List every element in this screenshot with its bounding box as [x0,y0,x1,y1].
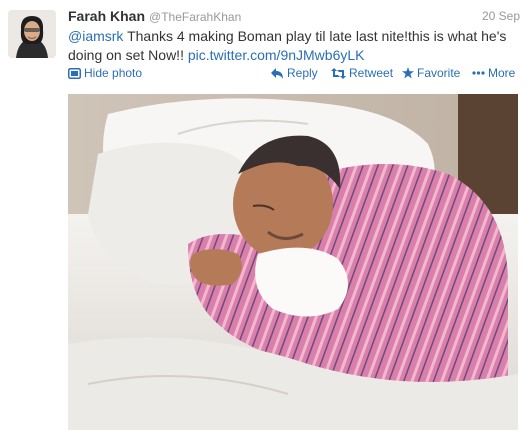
avatar-image [8,10,56,58]
tweet-date[interactable]: 20 Sep [482,9,520,23]
author-name[interactable]: Farah Khan [68,8,145,24]
retweet-button[interactable]: Retweet [331,66,393,80]
tweet-photo[interactable] [68,94,518,430]
hide-photo-button[interactable]: Hide photo [68,66,142,80]
star-icon [402,67,414,79]
reply-icon [271,67,284,79]
mention-link[interactable]: @iamsrk [68,28,123,44]
more-dots-icon [472,71,485,75]
tweet-actions: Hide photo Reply Retweet Favorite More [68,66,520,82]
more-button[interactable]: More [472,66,515,80]
retweet-icon [331,67,346,79]
more-label: More [488,66,516,80]
reply-button[interactable]: Reply [271,66,318,80]
hide-photo-label: Hide photo [84,66,143,80]
avatar[interactable] [8,10,56,58]
reply-label: Reply [287,66,318,80]
favorite-button[interactable]: Favorite [402,66,460,80]
sleeping-man-photo [68,94,518,430]
photo-icon [68,67,81,79]
photo-link[interactable]: pic.twitter.com/9nJMwb6yLK [188,47,365,63]
tweet-text: @iamsrk Thanks 4 making Boman play til l… [68,27,513,65]
tweet-header: Farah Khan @TheFarahKhan 20 Sep [68,8,520,28]
retweet-label: Retweet [349,66,394,80]
author-handle[interactable]: @TheFarahKhan [149,10,241,24]
favorite-label: Favorite [417,66,461,80]
tweet: Farah Khan @TheFarahKhan 20 Sep @iamsrk T… [0,0,530,440]
